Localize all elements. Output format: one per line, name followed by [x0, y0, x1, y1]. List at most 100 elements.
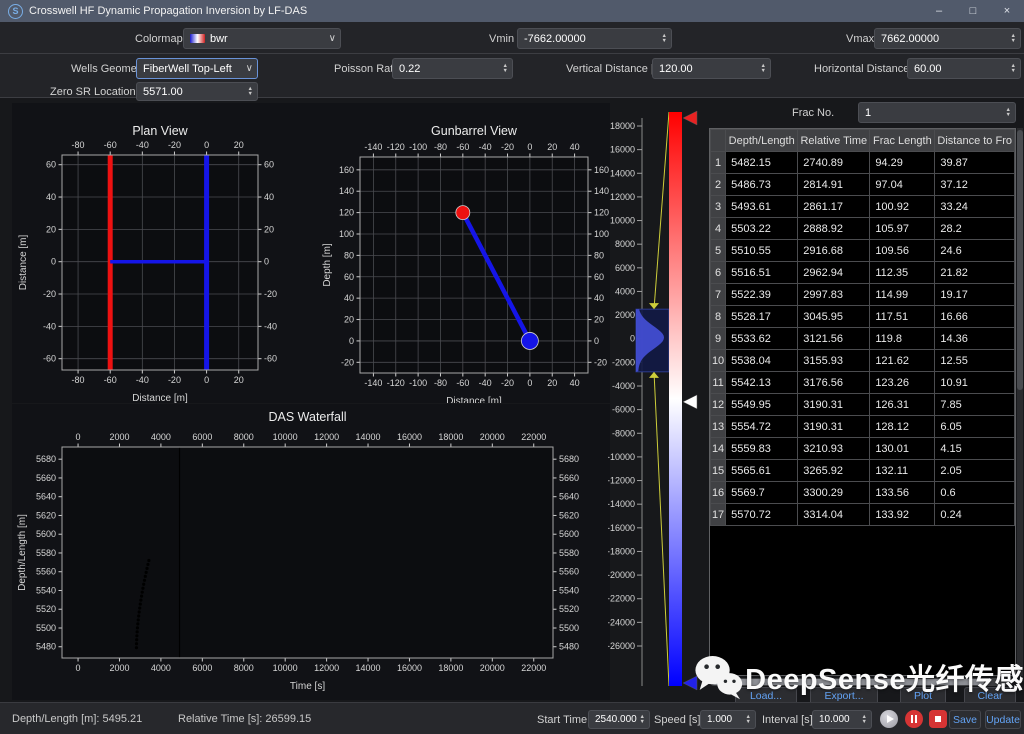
table-row[interactable]: 55510.552916.68109.5624.6 [711, 240, 1015, 262]
table-cell[interactable]: 3190.31 [798, 394, 870, 416]
save-button[interactable]: Save [949, 710, 981, 729]
table-cell[interactable]: 19.17 [935, 284, 1015, 306]
minimize-button[interactable]: – [922, 0, 956, 22]
table-cell[interactable]: 132.11 [870, 460, 935, 482]
table-row[interactable]: 115542.133176.56123.2610.91 [711, 372, 1015, 394]
table-cell[interactable]: 2997.83 [798, 284, 870, 306]
table-cell[interactable]: 133.92 [870, 504, 935, 526]
table-cell[interactable]: 12.55 [935, 350, 1015, 372]
table-cell[interactable]: 5569.7 [726, 482, 798, 504]
row-number-cell[interactable]: 10 [711, 350, 726, 372]
table-cell[interactable]: 97.04 [870, 174, 935, 196]
table-cell[interactable]: 119.8 [870, 328, 935, 350]
table-row[interactable]: 15482.152740.8994.2939.87 [711, 152, 1015, 174]
table-cell[interactable]: 100.92 [870, 196, 935, 218]
row-number-cell[interactable]: 13 [711, 416, 726, 438]
table-cell[interactable]: 21.82 [935, 262, 1015, 284]
table-cell[interactable]: 33.24 [935, 196, 1015, 218]
table-cell[interactable]: 5549.95 [726, 394, 798, 416]
table-cell[interactable]: 10.91 [935, 372, 1015, 394]
interval-spinbox[interactable]: 10.000▲▼ [812, 710, 872, 729]
row-number-cell[interactable]: 11 [711, 372, 726, 394]
table-vertical-scrollbar[interactable] [1017, 128, 1023, 676]
table-cell[interactable]: 0.6 [935, 482, 1015, 504]
table-cell[interactable]: 109.56 [870, 240, 935, 262]
pause-button[interactable] [905, 710, 923, 728]
table-cell[interactable]: 2861.17 [798, 196, 870, 218]
table-cell[interactable]: 5565.61 [726, 460, 798, 482]
spinner-arrows-icon[interactable]: ▲▼ [1011, 64, 1016, 74]
table-cell[interactable]: 3300.29 [798, 482, 870, 504]
spinner-arrows-icon[interactable]: ▲▼ [761, 64, 766, 74]
table-cell[interactable]: 5482.15 [726, 152, 798, 174]
gunbarrel-view-plot[interactable]: -140-140-120-120-100-100-80-80-60-60-40-… [318, 103, 610, 403]
table-cell[interactable]: 5554.72 [726, 416, 798, 438]
table-row[interactable]: 45503.222888.92105.9728.2 [711, 218, 1015, 240]
frac-table[interactable]: Depth/LengthRelative TimeFrac LengthDist… [710, 129, 1015, 526]
vmax-spinbox[interactable]: 7662.00000▲▼ [874, 28, 1021, 49]
spinner-arrows-icon[interactable]: ▲▼ [640, 715, 645, 725]
table-cell[interactable]: 5510.55 [726, 240, 798, 262]
table-row[interactable]: 65516.512962.94112.3521.82 [711, 262, 1015, 284]
table-cell[interactable]: 3176.56 [798, 372, 870, 394]
table-cell[interactable]: 2916.68 [798, 240, 870, 262]
table-cell[interactable]: 6.05 [935, 416, 1015, 438]
table-cell[interactable]: 5486.73 [726, 174, 798, 196]
table-row[interactable]: 125549.953190.31126.317.85 [711, 394, 1015, 416]
speed-spinbox[interactable]: 1.000▲▼ [700, 710, 756, 729]
spinner-arrows-icon[interactable]: ▲▼ [746, 715, 751, 725]
gradient-bar[interactable] [669, 112, 682, 686]
table-cell[interactable]: 5528.17 [726, 306, 798, 328]
table-cell[interactable]: 3155.93 [798, 350, 870, 372]
colormap-dropdown[interactable]: bwr∨ [183, 28, 341, 49]
colorbar-histogram-widget[interactable]: 1800016000140001200010000800060004000200… [608, 98, 706, 702]
table-cell[interactable]: 114.99 [870, 284, 935, 306]
vmin-spinbox[interactable]: -7662.00000▲▼ [517, 28, 672, 49]
table-cell[interactable]: 2962.94 [798, 262, 870, 284]
table-cell[interactable]: 5493.61 [726, 196, 798, 218]
table-cell[interactable]: 5503.22 [726, 218, 798, 240]
spinner-arrows-icon[interactable]: ▲▼ [862, 715, 867, 725]
row-number-cell[interactable]: 9 [711, 328, 726, 350]
table-cell[interactable]: 2.05 [935, 460, 1015, 482]
table-cell[interactable]: 5538.04 [726, 350, 798, 372]
gradient-tick-red[interactable] [683, 111, 697, 125]
table-cell[interactable]: 24.6 [935, 240, 1015, 262]
table-cell[interactable]: 126.31 [870, 394, 935, 416]
table-row[interactable]: 75522.392997.83114.9919.17 [711, 284, 1015, 306]
play-button[interactable] [880, 710, 898, 728]
table-cell[interactable]: 14.36 [935, 328, 1015, 350]
table-row[interactable]: 85528.173045.95117.5116.66 [711, 306, 1015, 328]
table-cell[interactable]: 112.35 [870, 262, 935, 284]
table-row[interactable]: 135554.723190.31128.126.05 [711, 416, 1015, 438]
gradient-tick-blue[interactable] [683, 676, 697, 690]
table-row[interactable]: 165569.73300.29133.560.6 [711, 482, 1015, 504]
table-cell[interactable]: 4.15 [935, 438, 1015, 460]
update-button[interactable]: Update [985, 710, 1021, 729]
table-cell[interactable]: 2888.92 [798, 218, 870, 240]
row-number-cell[interactable]: 3 [711, 196, 726, 218]
table-cell[interactable]: 130.01 [870, 438, 935, 460]
horizontal-distance-spinbox[interactable]: 60.00▲▼ [907, 58, 1021, 79]
poisson-ratio-spinbox[interactable]: 0.22▲▼ [392, 58, 513, 79]
plan-view-plot[interactable]: -80-80-60-60-40-40-20-20002020-60-60-40-… [12, 103, 318, 403]
row-number-cell[interactable]: 17 [711, 504, 726, 526]
table-row[interactable]: 105538.043155.93121.6212.55 [711, 350, 1015, 372]
table-cell[interactable]: 2814.91 [798, 174, 870, 196]
row-number-cell[interactable]: 14 [711, 438, 726, 460]
table-cell[interactable]: 94.29 [870, 152, 935, 174]
table-row[interactable]: 95533.623121.56119.814.36 [711, 328, 1015, 350]
row-number-cell[interactable]: 6 [711, 262, 726, 284]
table-cell[interactable]: 5570.72 [726, 504, 798, 526]
start-time-spinbox[interactable]: 2540.000▲▼ [588, 710, 650, 729]
table-row[interactable]: 175570.723314.04133.920.24 [711, 504, 1015, 526]
table-cell[interactable]: 5533.62 [726, 328, 798, 350]
table-cell[interactable]: 37.12 [935, 174, 1015, 196]
table-cell[interactable]: 5522.39 [726, 284, 798, 306]
row-number-cell[interactable]: 7 [711, 284, 726, 306]
table-horizontal-scrollbar[interactable] [710, 678, 1008, 686]
row-number-cell[interactable]: 5 [711, 240, 726, 262]
table-cell[interactable]: 128.12 [870, 416, 935, 438]
row-number-cell[interactable]: 12 [711, 394, 726, 416]
frac-no-spinbox[interactable]: 1▲▼ [858, 102, 1016, 123]
